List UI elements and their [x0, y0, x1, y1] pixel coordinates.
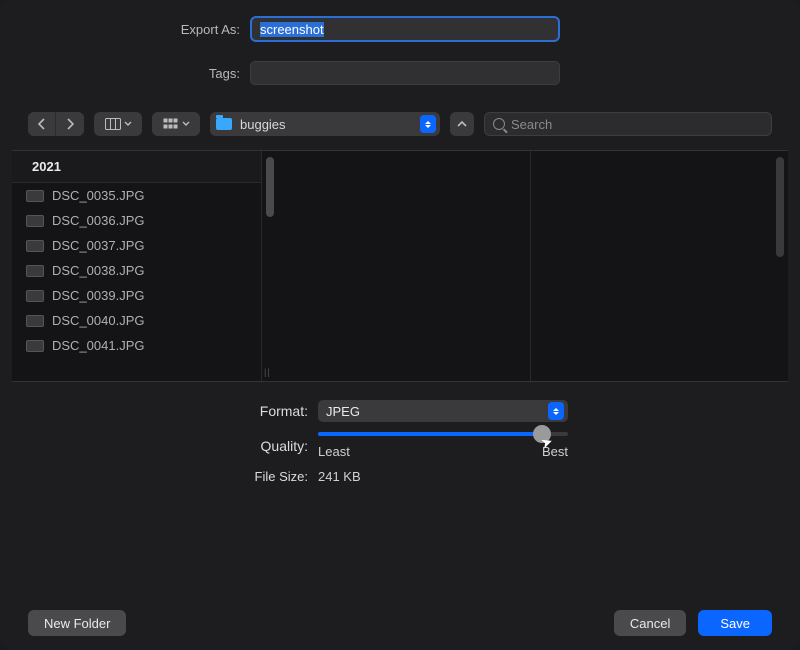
quality-row: Quality: ➤ Least Best: [0, 432, 800, 459]
browser-column-3: [530, 151, 788, 381]
search-placeholder: Search: [511, 117, 552, 132]
chevron-down-icon: [124, 121, 132, 127]
back-button[interactable]: [28, 112, 56, 136]
file-row[interactable]: DSC_0039.JPG: [12, 283, 261, 308]
search-icon: [493, 118, 505, 130]
collapse-button[interactable]: [450, 112, 474, 136]
slider-fill: [318, 432, 538, 436]
resize-handle-icon[interactable]: ||: [262, 367, 271, 377]
file-name: DSC_0036.JPG: [52, 213, 145, 228]
slider-knob[interactable]: [533, 425, 551, 443]
image-thumb-icon: [26, 240, 44, 252]
view-columns-button[interactable]: [94, 112, 142, 136]
filesize-label: File Size:: [0, 469, 318, 484]
file-name: DSC_0041.JPG: [52, 338, 145, 353]
scrollbar-vertical[interactable]: [266, 157, 274, 217]
search-field[interactable]: Search: [484, 112, 772, 136]
file-name: DSC_0040.JPG: [52, 313, 145, 328]
quality-max-label: Best: [542, 444, 568, 459]
scrollbar-vertical[interactable]: [776, 157, 784, 257]
filesize-value: 241 KB: [318, 469, 361, 484]
slider-labels: Least Best: [318, 444, 568, 459]
nav-back-forward: [28, 112, 84, 136]
new-folder-button[interactable]: New Folder: [28, 610, 126, 636]
updown-arrows-icon: [548, 402, 564, 420]
image-thumb-icon: [26, 265, 44, 277]
cancel-button[interactable]: Cancel: [614, 610, 686, 636]
forward-button[interactable]: [56, 112, 84, 136]
file-row[interactable]: DSC_0040.JPG: [12, 308, 261, 333]
dialog-footer: New Folder Cancel Save: [0, 610, 800, 636]
column-header[interactable]: 2021: [12, 151, 261, 183]
quality-slider[interactable]: ➤ Least Best: [318, 432, 568, 459]
chevron-down-icon: [182, 121, 190, 127]
file-name: DSC_0039.JPG: [52, 288, 145, 303]
file-row[interactable]: DSC_0041.JPG: [12, 333, 261, 358]
location-name: buggies: [240, 117, 286, 132]
group-button[interactable]: [152, 112, 200, 136]
export-options: Format: JPEG Quality: ➤ Least Best: [0, 382, 800, 484]
group-segment: [152, 112, 200, 136]
browser-toolbar: buggies Search: [0, 112, 800, 136]
file-name: DSC_0037.JPG: [52, 238, 145, 253]
tags-input[interactable]: [250, 61, 560, 85]
filesize-row: File Size: 241 KB: [0, 469, 800, 484]
image-thumb-icon: [26, 215, 44, 227]
file-list: DSC_0035.JPG DSC_0036.JPG DSC_0037.JPG DSC_…: [12, 183, 261, 358]
quality-label: Quality:: [0, 438, 318, 454]
chevron-right-icon: [66, 118, 74, 130]
file-browser: 2021 DSC_0035.JPG DSC_0036.JPG DSC_0037.JP…: [12, 150, 788, 382]
export-dialog: Export As: Tags:: [0, 0, 800, 650]
image-thumb-icon: [26, 290, 44, 302]
slider-track: [318, 432, 568, 436]
file-row[interactable]: DSC_0037.JPG: [12, 233, 261, 258]
browser-column-1: 2021 DSC_0035.JPG DSC_0036.JPG DSC_0037.JP…: [12, 151, 262, 381]
folder-icon: [216, 118, 232, 130]
file-row[interactable]: DSC_0036.JPG: [12, 208, 261, 233]
image-thumb-icon: [26, 340, 44, 352]
updown-arrows-icon: [420, 115, 436, 133]
save-button[interactable]: Save: [698, 610, 772, 636]
browser-column-2: ||: [262, 151, 530, 381]
chevron-left-icon: [38, 118, 46, 130]
chevron-up-icon: [457, 120, 467, 128]
export-as-row: Export As:: [0, 0, 800, 44]
columns-icon: [105, 118, 121, 130]
export-as-label: Export As:: [0, 22, 250, 37]
filename-input[interactable]: [250, 16, 560, 42]
format-label: Format:: [0, 403, 318, 419]
tags-row: Tags:: [0, 58, 800, 88]
location-dropdown[interactable]: buggies: [210, 112, 440, 136]
format-dropdown[interactable]: JPEG: [318, 400, 568, 422]
quality-min-label: Least: [318, 444, 350, 459]
tags-label: Tags:: [0, 66, 250, 81]
file-name: DSC_0035.JPG: [52, 188, 145, 203]
view-mode-segment: [94, 112, 142, 136]
grid-icon: [163, 118, 179, 130]
file-row[interactable]: DSC_0038.JPG: [12, 258, 261, 283]
file-row[interactable]: DSC_0035.JPG: [12, 183, 261, 208]
image-thumb-icon: [26, 190, 44, 202]
format-row: Format: JPEG: [0, 400, 800, 422]
format-value: JPEG: [326, 404, 360, 419]
image-thumb-icon: [26, 315, 44, 327]
file-name: DSC_0038.JPG: [52, 263, 145, 278]
